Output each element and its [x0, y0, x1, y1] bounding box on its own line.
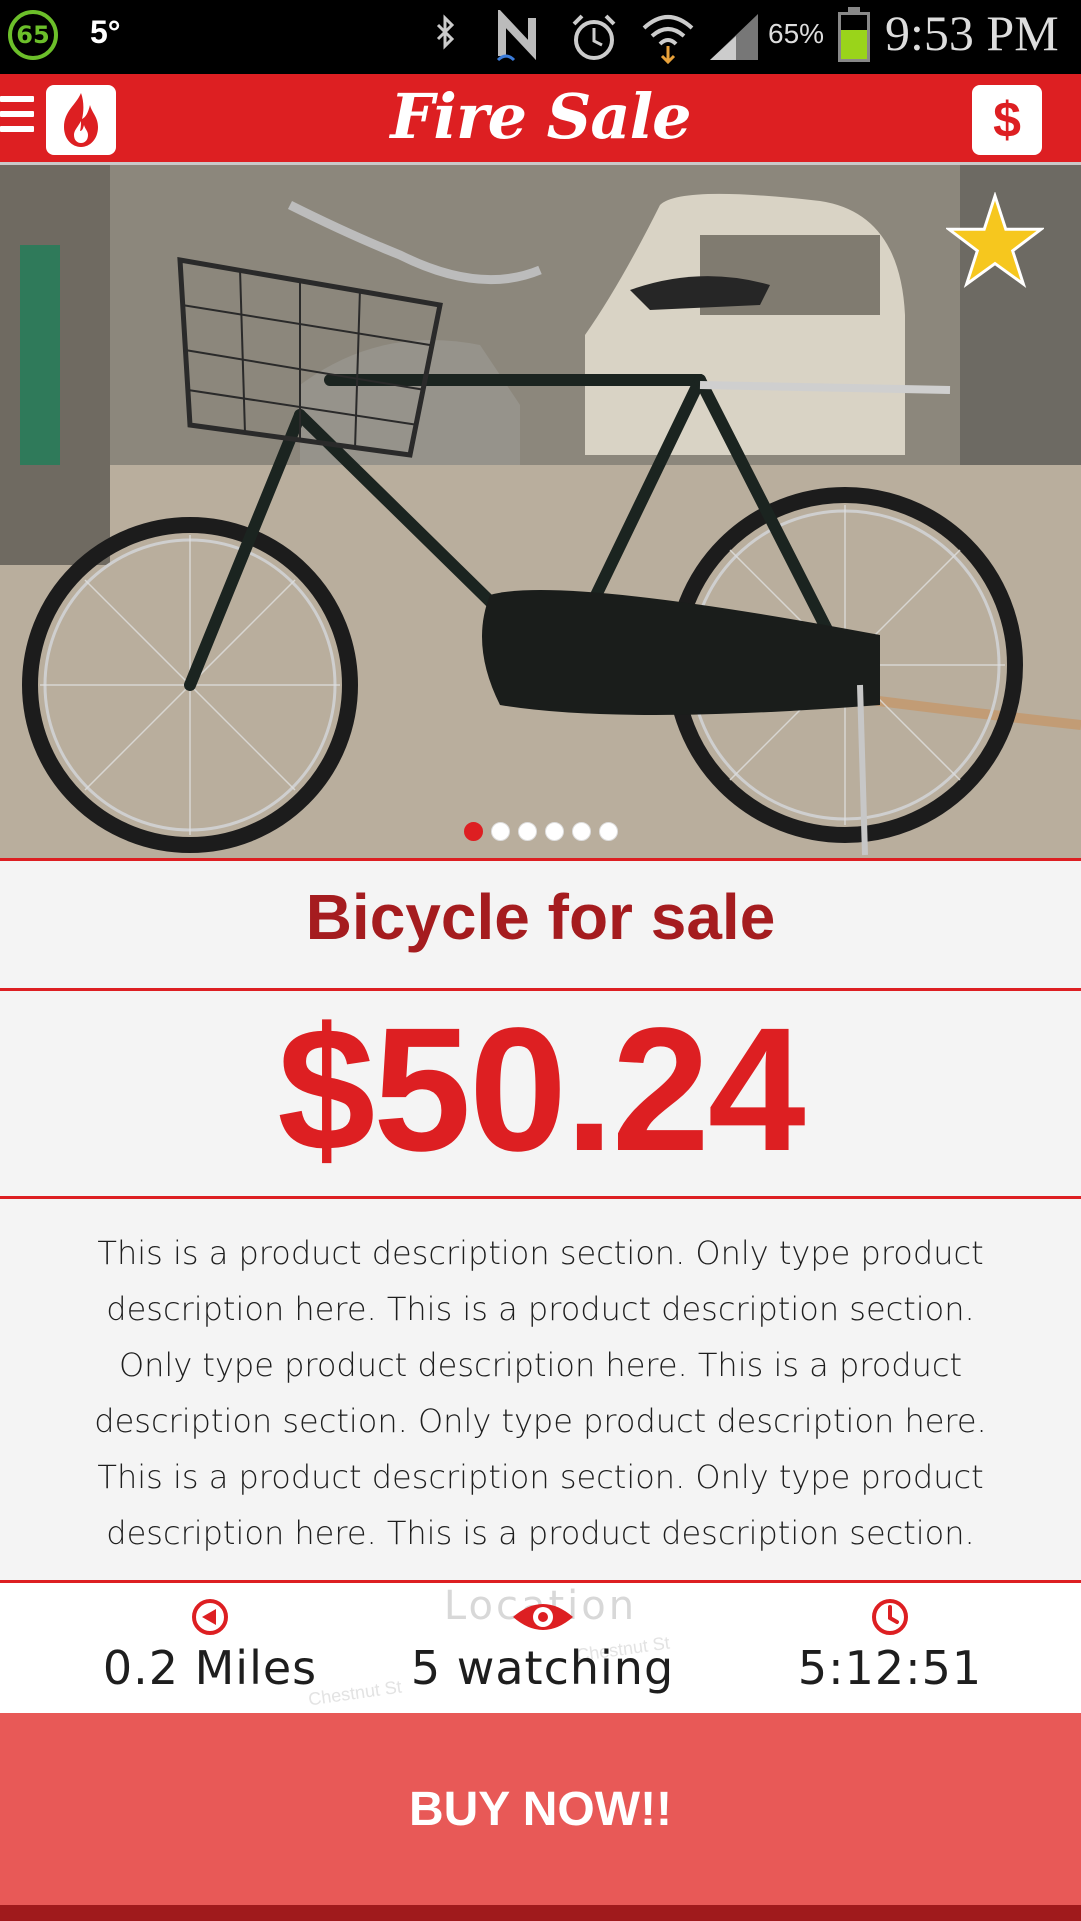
temperature: 5° [90, 14, 121, 50]
battery-level [841, 30, 867, 59]
battery-icon [838, 7, 870, 62]
bottom-edge [0, 1905, 1081, 1921]
battery-percent: 65% [768, 18, 825, 49]
divider [0, 1196, 1081, 1199]
star-icon[interactable] [946, 192, 1044, 290]
eye-icon [512, 1604, 573, 1630]
bluetooth-icon [436, 14, 455, 50]
sell-dollar-button[interactable]: $ [972, 85, 1042, 155]
wifi-icon [642, 15, 694, 64]
clock-icon [872, 1599, 908, 1635]
time-left-stat: 5:12:51 [770, 1597, 1010, 1695]
buy-now-button[interactable]: BUY NOW!! [0, 1713, 1081, 1905]
app-header: Fire Sale $ [0, 74, 1081, 165]
nfc-icon [496, 10, 536, 62]
bicycle-photo [0, 165, 1081, 858]
distance-stat: 0.2 Miles [80, 1597, 340, 1695]
product-title: Bicycle for sale [305, 881, 776, 953]
product-description: This is a product description section. O… [94, 1234, 987, 1552]
signal-icon [710, 14, 758, 60]
product-photo[interactable] [0, 165, 1081, 858]
carousel-dot[interactable] [463, 822, 483, 841]
navigate-icon [192, 1599, 228, 1635]
carousel-indicator [0, 822, 1081, 845]
carousel-dot[interactable] [571, 822, 591, 841]
notification-badge: 65 [8, 10, 58, 60]
stats-strip: Location Chestnut St Chestnut St 0.2 Mil… [0, 1583, 1081, 1713]
carousel-dot[interactable] [517, 822, 537, 841]
alarm-icon [572, 14, 616, 60]
app-title: Fire Sale [390, 80, 691, 153]
divider [0, 988, 1081, 991]
carousel-dot[interactable] [598, 822, 618, 841]
watching-stat: 5 watching [400, 1597, 685, 1695]
time-left-value: 5:12:51 [797, 1641, 983, 1695]
carousel-dot[interactable] [544, 822, 564, 841]
clock-time: 9:53 PM [885, 5, 1059, 61]
product-price: $50.24 [277, 992, 805, 1188]
watching-value: 5 watching [410, 1641, 675, 1695]
distance-value: 0.2 Miles [102, 1641, 318, 1695]
status-bar: 65 5° 65% 9:53 PM [0, 0, 1081, 74]
carousel-dot[interactable] [490, 822, 510, 841]
divider [0, 858, 1081, 861]
